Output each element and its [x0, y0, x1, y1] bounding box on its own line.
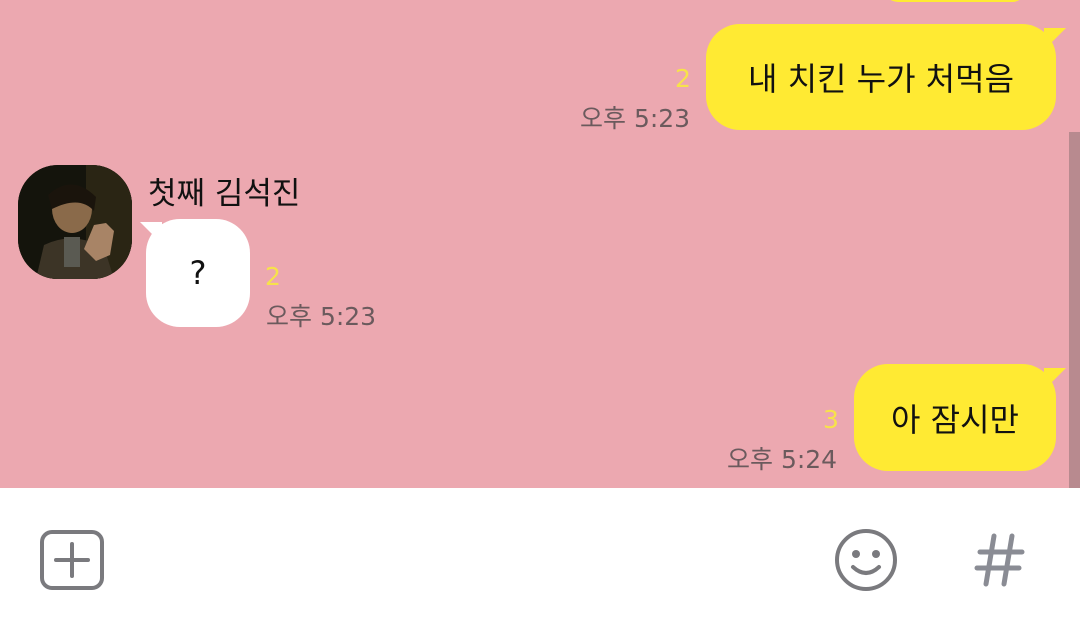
- message-time: 오후 5:23: [580, 104, 691, 133]
- chat-screen: 내 치킨 누가 처먹음 2 오후 5:23 첫째 김석진 ? 2 오후 5:23: [0, 0, 1080, 632]
- message-text: 내 치킨 누가 처먹음: [747, 60, 1015, 98]
- message-bubble[interactable]: 내 치킨 누가 처먹음: [706, 24, 1056, 130]
- unread-count: 2: [265, 262, 281, 291]
- plus-square-icon[interactable]: [38, 528, 106, 592]
- bubble-tail: [1044, 368, 1066, 390]
- message-time: 오후 5:23: [266, 302, 377, 331]
- previous-message-bubble[interactable]: [884, 0, 1026, 2]
- sender-name: 첫째 김석진: [148, 176, 301, 212]
- message-time: 오후 5:24: [727, 445, 838, 474]
- hashtag-glyph: [974, 533, 1025, 587]
- message-input-bar: [0, 488, 1080, 632]
- message-bubble[interactable]: 아 잠시만: [854, 364, 1056, 471]
- sender-avatar[interactable]: [18, 165, 132, 279]
- hashtag-icon[interactable]: [970, 528, 1030, 592]
- unread-count: 2: [675, 64, 691, 93]
- smiley-glyph: [835, 529, 897, 591]
- bubble-tail: [1044, 28, 1066, 50]
- smiley-icon[interactable]: [832, 526, 900, 594]
- scrollbar[interactable]: [1069, 132, 1080, 488]
- avatar-photo: [18, 165, 132, 279]
- plus-square-glyph: [40, 530, 104, 590]
- unread-count: 3: [823, 405, 839, 434]
- chat-message-list[interactable]: 내 치킨 누가 처먹음 2 오후 5:23 첫째 김석진 ? 2 오후 5:23: [0, 0, 1080, 488]
- message-text: 아 잠시만: [891, 400, 1019, 439]
- message-text: ?: [189, 254, 207, 292]
- bubble-tail: [140, 222, 162, 244]
